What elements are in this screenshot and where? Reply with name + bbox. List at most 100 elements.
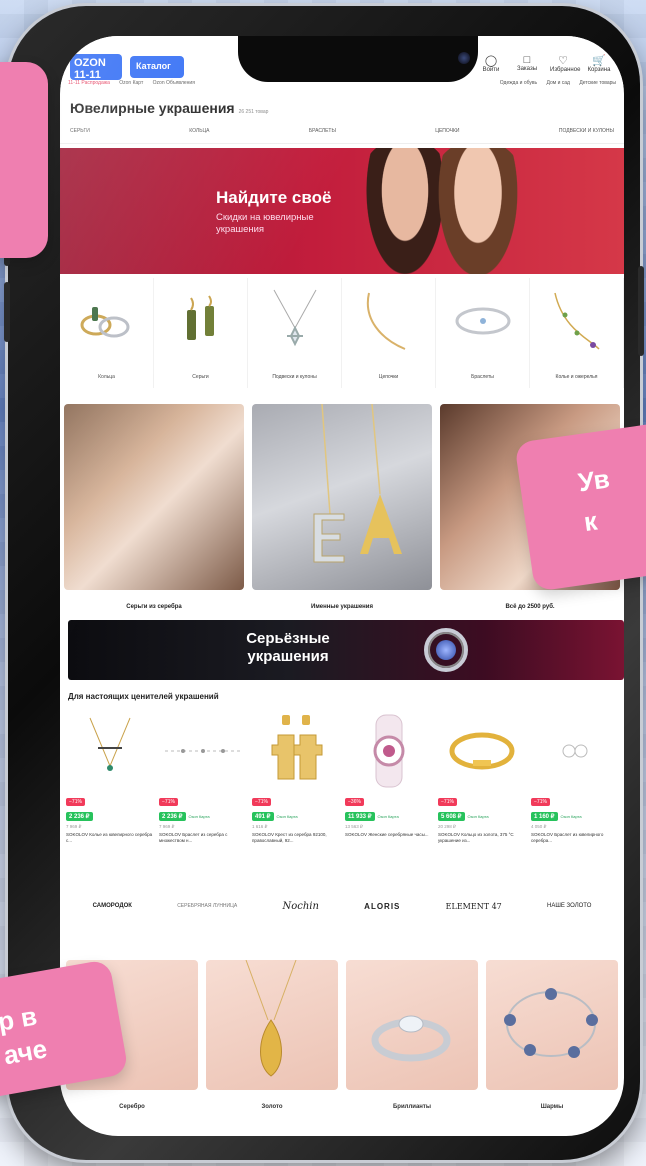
old-price: 4 050 ₽ xyxy=(531,824,547,829)
price-note: Озон Карта xyxy=(188,814,210,819)
product-image xyxy=(438,708,525,794)
subnav-clothes[interactable]: Одежда и обувь xyxy=(500,80,537,86)
subnav-home[interactable]: Дом и сад xyxy=(547,80,570,86)
chain-icon xyxy=(359,286,419,356)
brand-samorodok[interactable]: САМОРОДОК xyxy=(93,903,132,909)
feature-card-name-jewelry[interactable]: Именные украшения xyxy=(252,403,432,610)
serious-banner-title: Серьёзные украшения xyxy=(246,630,330,665)
discount-badge: −71% xyxy=(159,798,178,806)
header-icons: ◯ Войти □ Заказы ♡ Избранное 🛒 Корзина xyxy=(478,54,612,73)
brand-element47[interactable]: ELEMENT 47 xyxy=(446,902,502,911)
tile-label: Золото xyxy=(261,1104,283,1110)
volume-down-button xyxy=(4,282,10,342)
discount-badge: −71% xyxy=(252,798,271,806)
feature-card-label: Именные украшения xyxy=(311,604,373,610)
product-card[interactable]: −36% 11 933 ₽ Озон Карта 13 563 ₽ SOKOLOV… xyxy=(345,708,432,858)
tab-pendants[interactable]: ПОДВЕСКИ И КУЛОНЫ xyxy=(559,128,614,143)
product-card[interactable]: −71% 2 236 ₽ 7 969 ₽ SOKOLOV Колье из юв… xyxy=(66,708,153,858)
tab-rings[interactable]: КОЛЬЦА xyxy=(189,128,209,143)
rings-icon xyxy=(77,286,137,356)
tab-earrings[interactable]: СЕРЬГИ xyxy=(70,128,90,143)
tile-label: Бриллианты xyxy=(392,1104,431,1110)
product-name[interactable]: SOKOLOV Крест из серебра 92100, правосла… xyxy=(252,832,340,844)
hero-subtitle: Скидки на ювелирные украшения xyxy=(216,212,314,235)
discount-badge: −71% xyxy=(438,798,457,806)
discount-badge: −71% xyxy=(531,798,550,806)
cart-button[interactable]: 🛒 Корзина xyxy=(586,54,612,73)
power-button xyxy=(638,266,644,356)
old-price: 7 969 ₽ xyxy=(159,824,175,829)
subnav-kids[interactable]: Детские товары xyxy=(579,80,616,86)
ozon-logo[interactable]: OZON 11-11 xyxy=(70,54,122,81)
login-label: Войти xyxy=(482,67,500,73)
category-label: Браслеты xyxy=(471,374,494,380)
product-name[interactable]: SOKOLOV Колье из ювелирного серебра с... xyxy=(66,832,154,844)
old-price: 7 969 ₽ xyxy=(66,824,82,829)
favorites-button[interactable]: ♡ Избранное xyxy=(550,54,580,73)
price: 2 236 ₽ xyxy=(159,812,186,821)
subnav-sale[interactable]: 11-11 Распродажа xyxy=(68,80,110,86)
product-image xyxy=(252,708,339,794)
tile-image xyxy=(486,960,618,1090)
old-price: 13 563 ₽ xyxy=(345,824,363,829)
promo-sticker-right-text: Ув к xyxy=(576,463,612,538)
category-chains[interactable]: Цепочки xyxy=(342,278,436,388)
product-name[interactable]: SOKOLOV Браслет из ювелирного серебра... xyxy=(531,832,619,844)
tab-bracelets[interactable]: БРАСЛЕТЫ xyxy=(309,128,336,143)
tile-image xyxy=(346,960,478,1090)
favorites-icon: ♡ xyxy=(558,55,568,67)
notch xyxy=(238,36,478,82)
tile-charms[interactable]: Шармы xyxy=(486,960,618,1110)
tile-diamonds[interactable]: Бриллианты xyxy=(346,960,478,1110)
brand-nashe-zoloto[interactable]: НАШЕ ЗОЛОТО xyxy=(547,903,591,909)
price-note: Озон Карта xyxy=(467,814,489,819)
catalog-button[interactable]: Каталог xyxy=(130,56,184,78)
category-label: Цепочки xyxy=(378,374,399,380)
tab-chains[interactable]: ЦЕПОЧКИ xyxy=(435,128,459,143)
sub-navigation: 11-11 Распродажа Ozon Карт Ozon Объявлен… xyxy=(60,80,624,94)
feature-card-silver-earrings[interactable]: Серьги из серебра xyxy=(64,404,244,610)
serious-jewelry-banner[interactable]: Серьёзные украшения xyxy=(68,620,624,680)
category-pendants[interactable]: Подвески и кулоны xyxy=(248,278,342,388)
product-name[interactable]: SOKOLOV Браслет из серебра с множеством … xyxy=(159,832,247,844)
model-photo-2 xyxy=(432,148,524,274)
product-card[interactable]: −71% 491 ₽ Озон Карта 1 616 ₽ SOKOLOV Кре… xyxy=(252,708,339,858)
price: 2 236 ₽ xyxy=(66,812,93,821)
brand-aloris[interactable]: ALORIS xyxy=(364,902,400,911)
promo-sticker-bottom-text: р в аче xyxy=(0,1000,50,1071)
orders-button[interactable]: □ Заказы xyxy=(514,54,540,73)
product-image xyxy=(345,708,432,794)
product-name[interactable]: SOKOLOV Женские серебряные часы... xyxy=(345,832,433,838)
hero-banner[interactable]: Найдите своё Скидки на ювелирные украшен… xyxy=(60,148,624,274)
product-carousel: −71% 2 236 ₽ 7 969 ₽ SOKOLOV Колье из юв… xyxy=(66,708,618,858)
category-rings[interactable]: Кольца xyxy=(60,278,154,388)
necklace-icon xyxy=(547,286,607,356)
product-image xyxy=(531,708,618,794)
product-card[interactable]: −71% 5 608 ₽ Озон Карта 20 298 ₽ SOKOLOV … xyxy=(438,708,525,858)
price-row: 1 160 ₽ Озон Карта xyxy=(531,812,582,821)
category-necklaces[interactable]: Колье и ожерелья xyxy=(530,278,624,388)
price-note: Озон Карта xyxy=(276,814,298,819)
product-card[interactable]: −71% 1 160 ₽ Озон Карта 4 050 ₽ SOKOLOV Б… xyxy=(531,708,618,858)
brand-serebryanaya[interactable]: СЕРЕБРЯНАЯ ЛУННИЦА xyxy=(177,903,237,909)
tile-label: Шармы xyxy=(540,1104,564,1110)
section-heading: Для настоящих ценителей украшений xyxy=(68,692,219,701)
product-count: 26 251 товар xyxy=(238,109,269,115)
tile-gold[interactable]: Золото xyxy=(206,959,338,1110)
subnav-ozon-card[interactable]: Ozon Карт xyxy=(119,80,143,86)
price-note: Озон Карта xyxy=(377,814,399,819)
page-title: Ювелирные украшения 26 251 товар xyxy=(70,100,268,116)
discount-badge: −36% xyxy=(345,798,364,806)
brand-logos: САМОРОДОК СЕРЕБРЯНАЯ ЛУННИЦА Nochin ALOR… xyxy=(60,876,624,936)
hero-title: Найдите своё xyxy=(216,188,332,207)
category-bracelets[interactable]: Браслеты xyxy=(436,278,530,388)
brand-nochin[interactable]: Nochin xyxy=(282,901,318,912)
category-earrings[interactable]: Серьги xyxy=(154,278,248,388)
subnav-ads[interactable]: Ozon Объявления xyxy=(153,80,195,86)
price: 11 933 ₽ xyxy=(345,812,375,821)
price-row: 491 ₽ Озон Карта xyxy=(252,812,298,821)
product-card[interactable]: −71% 2 236 ₽ Озон Карта 7 969 ₽ SOKOLOV Б… xyxy=(159,708,246,858)
login-button[interactable]: ◯ Войти xyxy=(478,54,504,73)
product-name[interactable]: SOKOLOV Кольцо из золота, 375 °C украшен… xyxy=(438,832,526,844)
page-title-text: Ювелирные украшения xyxy=(70,100,235,116)
